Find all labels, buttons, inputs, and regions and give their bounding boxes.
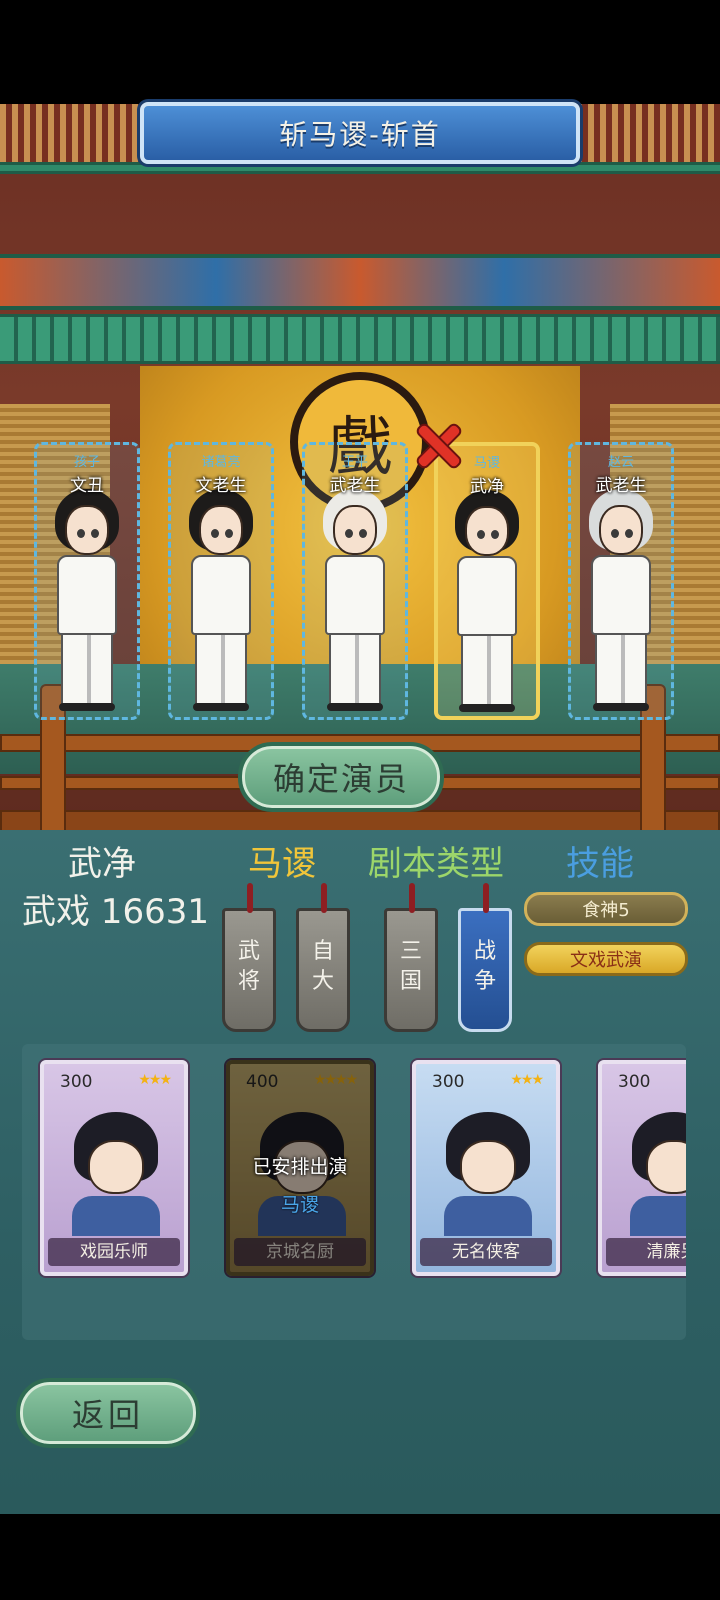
card-name: 无名侠客 [420, 1238, 552, 1266]
card-name: 清廉另 [606, 1238, 686, 1266]
skill-badge[interactable]: 文戏武演 [524, 942, 688, 976]
actor-slot[interactable]: 马谡 武净 [434, 442, 540, 720]
character-name: 王平 [341, 455, 368, 470]
actor-name: 武净 [68, 844, 136, 884]
railing-beam [0, 314, 720, 364]
role-type: 武净 [470, 477, 504, 497]
back-button[interactable]: 返回 [16, 1378, 200, 1448]
role-header: 马谡 [248, 844, 316, 884]
remove-actor-icon[interactable] [412, 420, 464, 472]
trait-tag-char: 三 [399, 939, 422, 964]
card-cost: 400 [246, 1072, 279, 1092]
trait-tag-char: 争 [473, 969, 496, 994]
actor-figure [45, 485, 129, 713]
actor-card[interactable]: 300 ★★★ 戏园乐师 [40, 1060, 188, 1276]
actor-score: 武戏 16631 [22, 892, 209, 932]
card-portrait [436, 1104, 540, 1236]
play-title: 斩马谡-斩首 [279, 118, 441, 151]
confirm-actors-button[interactable]: 确定演员 [238, 742, 444, 812]
character-name: 孩子 [73, 455, 100, 470]
card-portrait [64, 1104, 168, 1236]
card-stars: ★★★ [510, 1072, 544, 1088]
trait-tag-char: 大 [311, 969, 334, 994]
card-cost: 300 [432, 1072, 465, 1092]
skill-header: 技能 [566, 844, 634, 884]
role-type: 文老生 [195, 476, 247, 496]
actor-figure [179, 485, 263, 713]
actor-figure [579, 485, 663, 713]
play-title-plaque: 斩马谡-斩首 [140, 102, 580, 164]
confirm-actors-label: 确定演员 [272, 760, 409, 798]
trait-tag-char: 将 [237, 969, 260, 994]
skill-badge[interactable]: 食神5 [524, 892, 688, 926]
card-portrait [622, 1104, 686, 1236]
actor-slot[interactable]: 孩子 文丑 [34, 442, 140, 720]
back-label: 返回 [71, 1396, 144, 1434]
card-cost: 300 [60, 1072, 93, 1092]
script-type-header: 剧本类型 [368, 844, 504, 884]
painted-beam [0, 254, 720, 310]
skill-label: 食神5 [582, 900, 630, 921]
role-type: 武老生 [329, 476, 381, 496]
trait-tag-char: 国 [399, 969, 422, 994]
actor-slot[interactable]: 诸葛亮 文老生 [168, 442, 274, 720]
trait-tag-char: 自 [311, 939, 334, 964]
character-name: 诸葛亮 [201, 455, 241, 470]
actor-figure [313, 485, 397, 713]
actor-slot[interactable]: 王平 武老生 [302, 442, 408, 720]
card-name: 京城名厨 [234, 1238, 366, 1266]
trait-tag-char: 战 [473, 939, 496, 964]
trait-tag: 战争 [458, 883, 512, 1032]
assigned-overlay-text: 已安排出演 [252, 1156, 348, 1178]
skill-label: 文戏武演 [570, 950, 642, 971]
character-name: 赵云 [607, 455, 634, 470]
actor-card[interactable]: 300 ★★★ 无名侠客 [412, 1060, 560, 1276]
actor-slot[interactable]: 赵云 武老生 [568, 442, 674, 720]
card-name: 戏园乐师 [48, 1238, 180, 1266]
trait-tag: 自大 [296, 883, 350, 1032]
trait-tag: 三国 [384, 883, 438, 1032]
actor-figure [445, 486, 529, 714]
card-cost: 300 [618, 1072, 651, 1092]
card-stars: ★★★★ [313, 1072, 358, 1088]
trait-tag: 武将 [222, 883, 276, 1032]
card-stars: ★★★ [138, 1072, 172, 1088]
assigned-overlay-role: 马谡 [280, 1194, 319, 1216]
actor-card[interactable]: 300 清廉另 [598, 1060, 686, 1276]
trait-tag-char: 武 [237, 939, 260, 964]
role-type: 武老生 [595, 476, 647, 496]
role-type: 文丑 [70, 476, 104, 496]
